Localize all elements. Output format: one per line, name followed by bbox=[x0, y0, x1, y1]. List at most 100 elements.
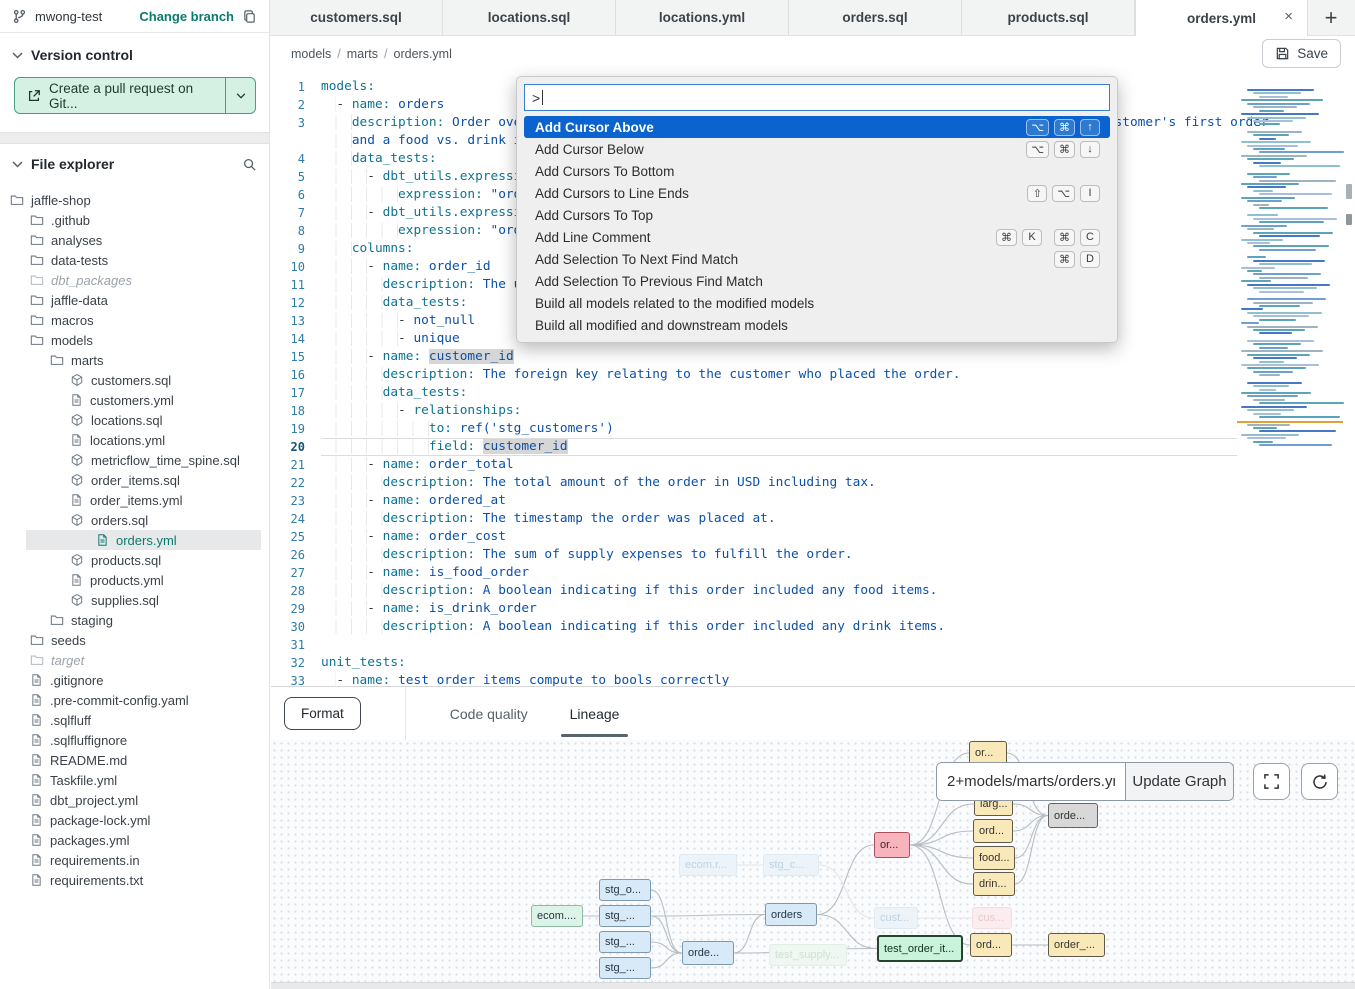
line-text[interactable]: - name: order_cost bbox=[321, 528, 1237, 546]
tree-item-target[interactable]: target bbox=[0, 650, 269, 670]
line-number[interactable]: 2 bbox=[271, 96, 321, 114]
lineage-node-stg_c[interactable]: stg_c... bbox=[763, 854, 819, 876]
line-number[interactable]: 23 bbox=[271, 492, 321, 510]
line-number[interactable]: 10 bbox=[271, 258, 321, 276]
line-text[interactable]: - name: is_food_order bbox=[321, 564, 1237, 582]
tree-item-supplies.sql[interactable]: supplies.sql bbox=[0, 590, 269, 610]
tab-orders.yml[interactable]: orders.yml× bbox=[1135, 0, 1308, 37]
line-text[interactable]: description: The sum of supply expenses … bbox=[321, 546, 1237, 564]
tree-item-.github[interactable]: .github bbox=[0, 210, 269, 230]
line-number[interactable]: 11 bbox=[271, 276, 321, 294]
breadcrumb-part[interactable]: orders.yml bbox=[394, 47, 452, 61]
line-text[interactable]: description: A boolean indicating if thi… bbox=[321, 582, 1237, 600]
code-line[interactable]: 21 - name: order_total bbox=[271, 456, 1237, 474]
line-number[interactable]: 9 bbox=[271, 240, 321, 258]
line-number[interactable]: 29 bbox=[271, 600, 321, 618]
tree-item-order_items.sql[interactable]: order_items.sql bbox=[0, 470, 269, 490]
change-branch-link[interactable]: Change branch bbox=[139, 9, 234, 24]
code-line[interactable]: 28 description: A boolean indicating if … bbox=[271, 582, 1237, 600]
code-line[interactable]: 30 description: A boolean indicating if … bbox=[271, 618, 1237, 636]
lineage-selector-input[interactable] bbox=[937, 763, 1125, 800]
lineage-node-stg_1[interactable]: stg_... bbox=[599, 905, 651, 927]
version-control-header[interactable]: Version control bbox=[0, 33, 269, 73]
line-text[interactable]: - name: customer_id bbox=[321, 348, 1237, 366]
line-number[interactable]: 21 bbox=[271, 456, 321, 474]
new-tab-button[interactable]: + bbox=[1308, 0, 1354, 35]
lineage-node-food[interactable]: food... bbox=[973, 846, 1015, 870]
panel-tab-code-quality[interactable]: Code quality bbox=[450, 687, 528, 740]
line-number[interactable]: 18 bbox=[271, 402, 321, 420]
line-number[interactable]: 19 bbox=[271, 420, 321, 438]
tree-item-data-tests[interactable]: data-tests bbox=[0, 250, 269, 270]
line-text[interactable]: data_tests: bbox=[321, 384, 1237, 402]
tab-products.sql[interactable]: products.sql bbox=[962, 0, 1135, 35]
file-explorer-header[interactable]: File explorer bbox=[0, 144, 269, 182]
lineage-node-ord2[interactable]: ord... bbox=[970, 933, 1012, 957]
palette-item[interactable]: Add Selection To Next Find Match⌘D bbox=[524, 248, 1110, 270]
code-line[interactable]: 33 - name: test_order_items_compute_to_b… bbox=[271, 672, 1237, 686]
lineage-node-cust[interactable]: cust... bbox=[874, 907, 918, 929]
line-text[interactable]: description: The total amount of the ord… bbox=[321, 474, 1237, 492]
tree-item-orders.sql[interactable]: orders.sql bbox=[0, 510, 269, 530]
create-pr-dropdown[interactable] bbox=[225, 78, 255, 113]
line-number[interactable]: 32 bbox=[271, 654, 321, 672]
lineage-node-orders[interactable]: orders bbox=[765, 903, 817, 926]
line-number[interactable]: 15 bbox=[271, 348, 321, 366]
lineage-canvas[interactable]: Update Graph ecom....stg_o...stg_...stg_… bbox=[271, 740, 1355, 982]
tree-item-.pre-commit-config.yaml[interactable]: .pre-commit-config.yaml bbox=[0, 690, 269, 710]
palette-item[interactable]: Add Cursors to Line Ends⇧⌥I bbox=[524, 182, 1110, 204]
line-number[interactable]: 8 bbox=[271, 222, 321, 240]
palette-item[interactable]: Build all models related to the modified… bbox=[524, 292, 1110, 314]
tree-item-orders.yml[interactable]: orders.yml bbox=[26, 530, 261, 550]
line-text[interactable]: - name: order_total bbox=[321, 456, 1237, 474]
line-number[interactable]: 30 bbox=[271, 618, 321, 636]
code-line[interactable]: 18 - relationships: bbox=[271, 402, 1237, 420]
code-line[interactable]: 25 - name: order_cost bbox=[271, 528, 1237, 546]
tree-item-analyses[interactable]: analyses bbox=[0, 230, 269, 250]
line-text[interactable]: description: The foreign key relating to… bbox=[321, 366, 1237, 384]
line-text[interactable]: description: The timestamp the order was… bbox=[321, 510, 1237, 528]
palette-item[interactable]: Build all modified and downstream models bbox=[524, 314, 1110, 336]
breadcrumb-part[interactable]: models bbox=[291, 47, 331, 61]
line-number[interactable]: 20 bbox=[271, 438, 321, 456]
lineage-node-ecom[interactable]: ecom.... bbox=[531, 905, 583, 927]
line-number[interactable]: 22 bbox=[271, 474, 321, 492]
lineage-node-ord1[interactable]: ord... bbox=[973, 819, 1013, 843]
line-number[interactable]: 12 bbox=[271, 294, 321, 312]
palette-item[interactable]: Add Line Comment⌘K⌘C bbox=[524, 226, 1110, 248]
code-line[interactable]: 27 - name: is_food_order bbox=[271, 564, 1237, 582]
line-number[interactable]: 33 bbox=[271, 672, 321, 686]
line-number[interactable]: 1 bbox=[271, 78, 321, 96]
code-line[interactable]: 17 data_tests: bbox=[271, 384, 1237, 402]
tree-item-.sqlfluff[interactable]: .sqlfluff bbox=[0, 710, 269, 730]
tree-item-order_items.yml[interactable]: order_items.yml bbox=[0, 490, 269, 510]
tree-item-.sqlfluffignore[interactable]: .sqlfluffignore bbox=[0, 730, 269, 750]
code-line[interactable]: 15 - name: customer_id bbox=[271, 348, 1237, 366]
line-number[interactable]: 13 bbox=[271, 312, 321, 330]
tree-item-products.sql[interactable]: products.sql bbox=[0, 550, 269, 570]
code-line[interactable]: 29 - name: is_drink_order bbox=[271, 600, 1237, 618]
code-line[interactable]: 26 description: The sum of supply expens… bbox=[271, 546, 1237, 564]
lineage-node-stg_2[interactable]: stg_... bbox=[599, 931, 651, 953]
tree-item-package-lock.yml[interactable]: package-lock.yml bbox=[0, 810, 269, 830]
line-number[interactable]: 7 bbox=[271, 204, 321, 222]
line-number[interactable]: 17 bbox=[271, 384, 321, 402]
tree-item-README.md[interactable]: README.md bbox=[0, 750, 269, 770]
fullscreen-button[interactable] bbox=[1253, 763, 1290, 800]
tree-item-customers.yml[interactable]: customers.yml bbox=[0, 390, 269, 410]
lineage-node-cus_pink[interactable]: cus... bbox=[972, 907, 1012, 929]
line-number[interactable]: 14 bbox=[271, 330, 321, 348]
line-number[interactable] bbox=[271, 132, 321, 150]
breadcrumb-part[interactable]: marts bbox=[347, 47, 378, 61]
palette-item[interactable]: Add Cursor Above⌥⌘↑ bbox=[524, 116, 1110, 138]
line-text[interactable]: - name: is_drink_order bbox=[321, 600, 1237, 618]
line-number[interactable]: 31 bbox=[271, 636, 321, 654]
lineage-node-test_order[interactable]: test_order_it... bbox=[877, 935, 963, 962]
tree-item-models[interactable]: models bbox=[0, 330, 269, 350]
tree-item-jaffle-data[interactable]: jaffle-data bbox=[0, 290, 269, 310]
copy-icon[interactable] bbox=[242, 9, 257, 24]
lineage-node-drin[interactable]: drin... bbox=[973, 872, 1015, 896]
tree-item-customers.sql[interactable]: customers.sql bbox=[0, 370, 269, 390]
create-pr-button[interactable]: Create a pull request on Git... bbox=[15, 78, 225, 113]
code-line[interactable]: 24 description: The timestamp the order … bbox=[271, 510, 1237, 528]
